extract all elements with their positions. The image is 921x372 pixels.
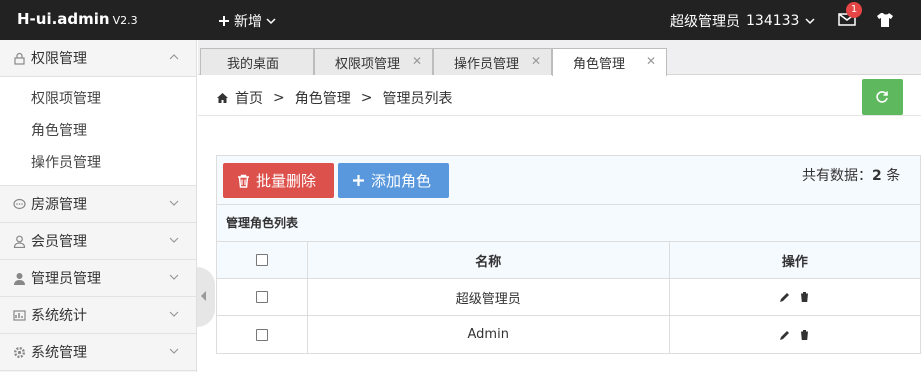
close-icon[interactable]: ✕ <box>531 54 541 68</box>
header-name: 名称 <box>308 242 670 278</box>
admin-icon <box>12 271 26 285</box>
plus-icon <box>219 16 229 26</box>
new-dropdown[interactable]: 新增 <box>218 11 276 31</box>
new-label: 新增 <box>234 14 262 30</box>
row-checkbox[interactable] <box>255 328 268 341</box>
gear-icon <box>12 345 26 359</box>
count-suffix: 条 <box>886 168 901 184</box>
plus-icon <box>353 175 364 186</box>
select-all-checkbox[interactable] <box>255 254 268 266</box>
sidebar-group-label: 房源管理 <box>31 197 87 213</box>
role-name: Admin <box>308 316 670 353</box>
tab-my-desktop[interactable]: 我的桌面 <box>200 48 314 75</box>
row-actions <box>670 316 920 353</box>
sidebar-submenu-permission: 权限项管理 角色管理 操作员管理 <box>0 77 196 186</box>
refresh-icon <box>876 91 888 103</box>
chevron-down-icon <box>169 274 179 280</box>
count-value: 2 <box>872 168 882 184</box>
breadcrumb-separator: > <box>360 90 373 106</box>
lock-icon <box>12 51 26 65</box>
breadcrumb-separator: > <box>273 90 285 106</box>
tab-label: 我的桌面 <box>227 56 280 72</box>
sidebar-group-housing[interactable]: 房源管理 <box>0 186 196 223</box>
table-row: 超级管理员 <box>217 279 920 316</box>
chevron-down-icon <box>805 18 815 25</box>
sidebar-item-roles[interactable]: 角色管理 <box>0 115 196 147</box>
breadcrumb-bar: 首页 > 角色管理 > 管理员列表 <box>198 76 921 116</box>
user-name: 超级管理员 <box>670 14 740 30</box>
chevron-down-icon <box>169 311 179 317</box>
role-table: 管理角色列表 名称 操作 超级管理员 Admin <box>216 205 921 354</box>
add-role-button[interactable]: 添加角色 <box>338 163 449 198</box>
user-menu[interactable]: 超级管理员 134133 <box>670 11 815 31</box>
app-logo[interactable]: H-ui.admin V2.3 <box>17 10 138 28</box>
row-actions <box>670 279 920 315</box>
header-actions: 操作 <box>781 254 808 270</box>
chevron-down-icon <box>169 348 179 354</box>
sidebar-item-permission-items[interactable]: 权限项管理 <box>0 83 196 115</box>
table-caption: 管理角色列表 <box>217 205 920 242</box>
batch-delete-label: 批量删除 <box>256 172 317 190</box>
breadcrumb-level2: 管理员列表 <box>382 91 453 107</box>
sidebar-item-operators[interactable]: 操作员管理 <box>0 147 196 179</box>
count-prefix: 共有数据： <box>802 168 872 184</box>
row-checkbox[interactable] <box>255 291 268 303</box>
breadcrumb-home[interactable]: 首页 <box>235 88 263 108</box>
sidebar-group-stats[interactable]: 系统统计 <box>0 297 196 334</box>
table-header-row: 名称 操作 <box>217 242 920 279</box>
record-count: 共有数据：2 条 <box>802 165 900 185</box>
chevron-down-icon <box>169 200 179 206</box>
header-checkbox-cell <box>217 242 308 278</box>
top-navbar: H-ui.admin V2.3 新增 超级管理员 134133 1 <box>0 0 921 40</box>
tab-operators[interactable]: 操作员管理 ✕ <box>433 48 552 75</box>
breadcrumb-level1[interactable]: 角色管理 <box>295 88 351 108</box>
sidebar-group-label: 管理员管理 <box>31 271 101 287</box>
chevron-down-icon <box>169 237 179 243</box>
chat-icon <box>12 197 26 211</box>
trash-icon <box>238 174 249 188</box>
home-icon <box>217 93 228 103</box>
version-label: V2.3 <box>112 14 138 27</box>
tab-permission-items[interactable]: 权限项管理 ✕ <box>314 48 433 75</box>
breadcrumb: 首页 > 角色管理 > 管理员列表 <box>216 88 452 108</box>
role-name: 超级管理员 <box>308 279 670 315</box>
logo-text: H-ui.admin <box>17 10 110 28</box>
tab-label: 操作员管理 <box>454 56 520 72</box>
sidebar-group-members[interactable]: 会员管理 <box>0 223 196 260</box>
sidebar-collapse-toggle[interactable] <box>197 267 215 327</box>
skin-icon[interactable] <box>876 12 894 28</box>
chevron-up-icon <box>169 54 179 60</box>
row-checkbox-cell <box>217 279 308 315</box>
delete-icon[interactable] <box>799 329 810 341</box>
edit-icon[interactable] <box>779 329 791 341</box>
refresh-button[interactable] <box>862 79 903 115</box>
delete-icon[interactable] <box>799 291 810 303</box>
user-id: 134133 <box>746 13 800 29</box>
sidebar-group-label: 系统统计 <box>31 308 87 324</box>
close-icon[interactable]: ✕ <box>412 54 422 68</box>
close-icon[interactable]: ✕ <box>646 54 656 68</box>
row-checkbox-cell <box>217 316 308 353</box>
tab-roles[interactable]: 角色管理 ✕ <box>552 48 667 76</box>
chevron-down-icon <box>266 18 276 25</box>
tab-bar: 我的桌面 权限项管理 ✕ 操作员管理 ✕ 角色管理 ✕ <box>198 40 921 76</box>
table-row: Admin <box>217 316 920 353</box>
chevron-left-icon <box>201 291 206 301</box>
tab-label: 权限项管理 <box>335 56 401 72</box>
user-icon <box>12 234 26 248</box>
mail-badge: 1 <box>846 2 862 18</box>
sidebar-group-label: 权限管理 <box>31 51 87 67</box>
batch-delete-button[interactable]: 批量删除 <box>223 163 334 198</box>
sidebar-group-admins[interactable]: 管理员管理 <box>0 260 196 297</box>
stats-icon <box>12 308 26 322</box>
sidebar-group-permission[interactable]: 权限管理 <box>0 40 196 77</box>
sidebar-group-system[interactable]: 系统管理 <box>0 334 196 371</box>
sidebar: 权限管理 权限项管理 角色管理 操作员管理 房源管理 会员管理 管理员管理 系统… <box>0 40 197 372</box>
edit-icon[interactable] <box>779 291 791 303</box>
action-toolbar: 批量删除 添加角色 共有数据：2 条 <box>216 155 921 205</box>
add-role-label: 添加角色 <box>371 172 432 190</box>
sidebar-group-label: 系统管理 <box>31 345 87 361</box>
tab-label: 角色管理 <box>573 57 626 72</box>
sidebar-group-label: 会员管理 <box>31 234 87 250</box>
